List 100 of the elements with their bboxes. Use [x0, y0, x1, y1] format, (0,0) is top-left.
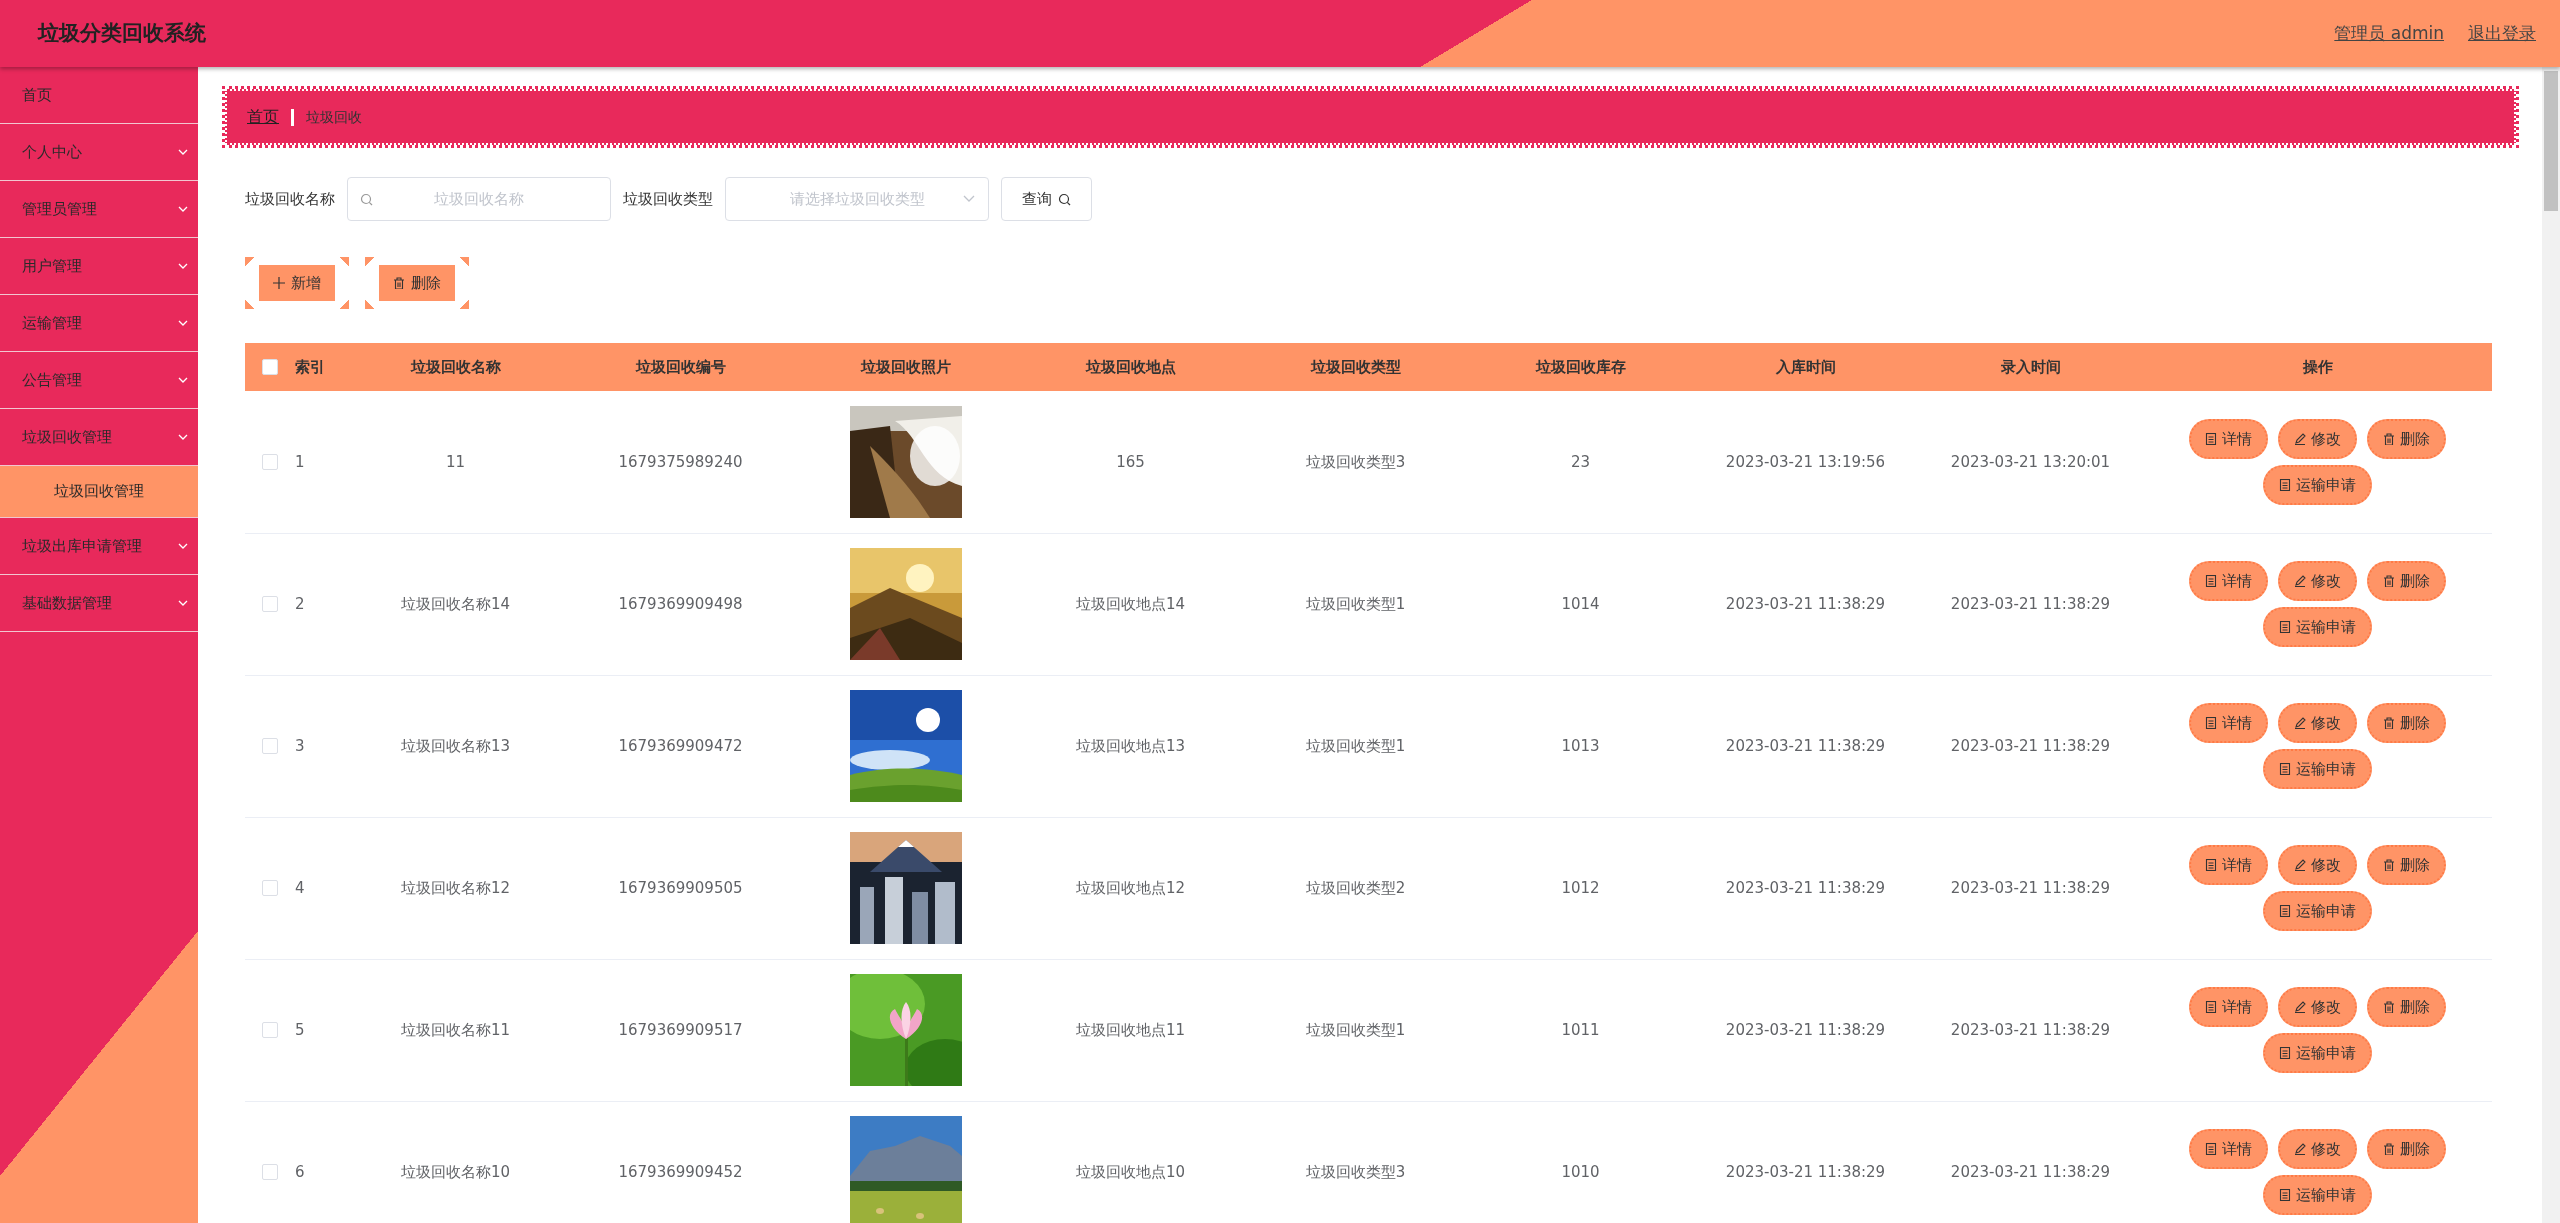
edit-button[interactable]: 修改 [2278, 418, 2357, 459]
delete-button[interactable]: 删除 [2367, 418, 2446, 459]
select-field[interactable]: 请选择垃圾回收类型 [725, 177, 989, 221]
delete-button[interactable]: 删除 [365, 257, 469, 309]
checkbox[interactable] [262, 359, 278, 376]
table-cell: 2023-03-21 13:20:01 [1950, 452, 2111, 471]
sidebar-item[interactable]: 运输管理 [0, 295, 198, 352]
trash-icon [393, 277, 405, 289]
table-cell: 1010 [1561, 1162, 1600, 1181]
pencil-icon [2294, 575, 2306, 587]
delete-button[interactable]: 删除 [2367, 703, 2446, 743]
detail-button[interactable]: 详情 [2189, 1129, 2268, 1169]
delete-button[interactable]: 删除 [2367, 845, 2446, 885]
table-cell: 11 [445, 452, 466, 471]
table-cell: 2023-03-21 11:38:29 [1725, 736, 1886, 755]
checkbox[interactable] [262, 738, 278, 755]
table-cell: 2023-03-21 11:38:29 [1950, 594, 2111, 613]
document-icon [2205, 1143, 2217, 1155]
detail-button[interactable]: 详情 [2189, 845, 2268, 885]
checkbox[interactable] [262, 880, 278, 897]
table-cell: 1012 [1561, 878, 1600, 897]
pencil-icon [2294, 1001, 2306, 1013]
checkbox[interactable] [262, 596, 278, 613]
edit-button[interactable]: 修改 [2278, 561, 2357, 601]
chevron-down-icon [178, 433, 188, 441]
table-cell: 垃圾回收地点13 [1075, 736, 1186, 755]
table-cell: 1679369909472 [618, 736, 743, 755]
breadcrumb-link[interactable]: 首页 [247, 105, 279, 129]
edit-button[interactable]: 修改 [2278, 845, 2357, 885]
document-icon [2205, 859, 2217, 871]
detail-button[interactable]: 运输申请 [2263, 607, 2372, 647]
sidebar-item[interactable]: 公告管理 [0, 352, 198, 409]
edit-button[interactable]: 修改 [2278, 987, 2357, 1027]
column-header: 操作 [2302, 357, 2333, 376]
detail-button[interactable]: 运输申请 [2263, 1175, 2372, 1215]
detail-button[interactable]: 运输申请 [2263, 464, 2372, 505]
table-cell: 垃圾回收名称12 [400, 878, 511, 897]
edit-button[interactable]: 修改 [2278, 703, 2357, 743]
column-header: 垃圾回收名称 [410, 357, 501, 376]
table-cell: 1014 [1561, 594, 1600, 613]
user-label[interactable]: 管理员 admin [2334, 20, 2444, 47]
column-header: 索引 [295, 357, 325, 376]
sidebar-item[interactable]: 管理员管理 [0, 181, 198, 238]
trash-icon [2383, 717, 2395, 729]
detail-button[interactable]: 详情 [2189, 987, 2268, 1027]
table-cell: 1679369909452 [618, 1162, 743, 1181]
table-cell: 垃圾回收地点11 [1075, 1020, 1186, 1039]
sidebar-item[interactable]: 垃圾出库申请管理 [0, 518, 198, 575]
sidebar-item[interactable]: 基础数据管理 [0, 575, 198, 632]
document-icon [2279, 1189, 2291, 1201]
column-header: 垃圾回收地点 [1085, 357, 1176, 376]
checkbox[interactable] [262, 1164, 278, 1181]
table-cell: 垃圾回收类型2 [1305, 878, 1406, 897]
sidebar-subitem[interactable]: 垃圾回收管理 [0, 466, 198, 518]
column-header: 垃圾回收照片 [860, 357, 951, 376]
table-cell: 垃圾回收类型3 [1305, 1162, 1406, 1181]
detail-button[interactable]: 运输申请 [2263, 891, 2372, 931]
delete-button[interactable]: 删除 [2367, 1129, 2446, 1169]
delete-button[interactable]: 删除 [2367, 987, 2446, 1027]
table-cell: 5 [295, 1020, 305, 1039]
table-cell: 垃圾回收名称10 [400, 1162, 511, 1181]
checkbox[interactable] [262, 454, 278, 470]
detail-button[interactable]: 详情 [2189, 418, 2268, 459]
table-cell: 垃圾回收类型1 [1305, 1020, 1406, 1039]
trash-icon [2383, 432, 2395, 445]
sidebar-item[interactable]: 首页 [0, 67, 198, 124]
delete-button[interactable]: 删除 [2367, 561, 2446, 601]
table-cell: 2023-03-21 11:38:29 [1725, 878, 1886, 897]
document-icon [2279, 905, 2291, 917]
table-cell: 垃圾回收名称11 [400, 1020, 511, 1039]
edit-button[interactable]: 修改 [2278, 1129, 2357, 1169]
document-icon [2279, 621, 2291, 633]
sidebar-item[interactable]: 用户管理 [0, 238, 198, 295]
checkbox[interactable] [262, 1022, 278, 1039]
detail-button[interactable]: 运输申请 [2263, 1033, 2372, 1073]
scrollbar[interactable] [2542, 67, 2560, 1223]
document-icon [2205, 432, 2217, 445]
pencil-icon [2294, 1143, 2306, 1155]
table-cell: 2023-03-21 11:38:29 [1950, 1020, 2111, 1039]
table-cell: 2023-03-21 13:19:56 [1725, 452, 1886, 471]
search-field[interactable]: 垃圾回收名称 [347, 177, 611, 221]
scrollbar-thumb[interactable] [2544, 71, 2558, 211]
document-icon [2279, 478, 2291, 491]
app-title: 垃圾分类回收系统 [36, 19, 206, 47]
table-cell: 23 [1570, 452, 1591, 471]
column-header: 入库时间 [1775, 357, 1836, 376]
add-button[interactable]: 新增 [245, 257, 349, 309]
search-icon [360, 193, 373, 206]
table-cell: 2023-03-21 11:38:29 [1950, 878, 2111, 897]
search-button[interactable]: 查询 [1001, 177, 1092, 221]
field-label: 垃圾回收名称 [245, 188, 335, 210]
plus-icon [273, 277, 285, 289]
sidebar-item[interactable]: 个人中心 [0, 124, 198, 181]
detail-button[interactable]: 运输申请 [2263, 749, 2372, 789]
detail-button[interactable]: 详情 [2189, 703, 2268, 743]
table-cell: 2023-03-21 11:38:29 [1950, 736, 2111, 755]
table-cell: 4 [295, 878, 305, 897]
logout-link[interactable]: 退出登录 [2468, 20, 2536, 47]
column-header: 垃圾回收编号 [635, 357, 726, 376]
detail-button[interactable]: 详情 [2189, 561, 2268, 601]
